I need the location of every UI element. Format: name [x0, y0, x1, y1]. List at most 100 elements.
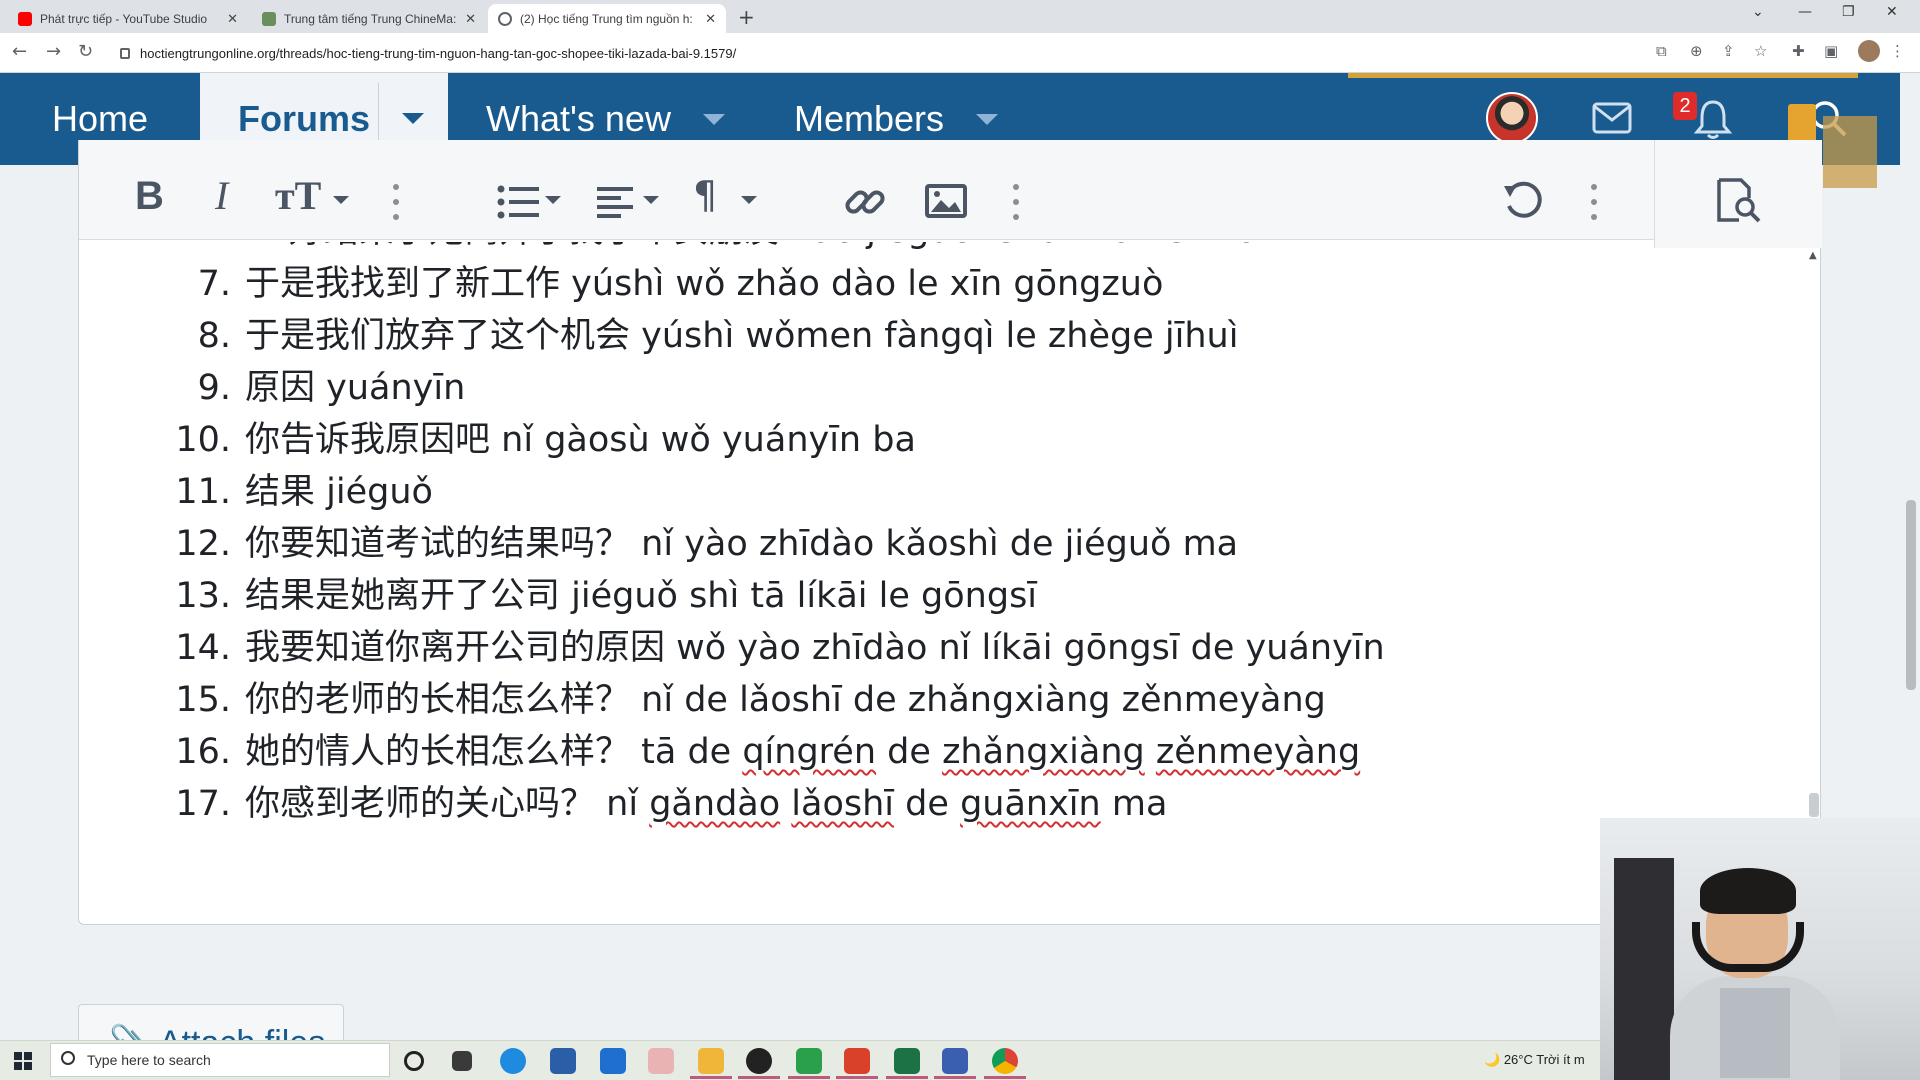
- nav-forums-label: Forums: [238, 98, 371, 139]
- nav-home-label: Home: [51, 98, 149, 139]
- active-app-indicator: [886, 1076, 928, 1079]
- tab-youtube-studio[interactable]: Phát trực tiếp - YouTube Studio ✕: [8, 4, 248, 33]
- headphones-icon: [1692, 922, 1804, 972]
- share-icon[interactable]: ⇪: [1722, 42, 1735, 60]
- mail-icon[interactable]: [1592, 102, 1632, 134]
- item-pinyin: tā de: [641, 732, 732, 772]
- store-icon[interactable]: [550, 1048, 576, 1074]
- misspelled-word[interactable]: zěnmeyàng: [1156, 732, 1360, 772]
- link-icon[interactable]: [843, 180, 887, 224]
- list-item: 9. 原因 yuányīn: [171, 362, 466, 414]
- more-icon[interactable]: [393, 184, 399, 220]
- preview-icon[interactable]: [1715, 178, 1763, 224]
- forward-icon[interactable]: →: [46, 41, 61, 62]
- search-placeholder: Type here to search: [87, 1052, 211, 1068]
- file-explorer-icon[interactable]: [698, 1048, 724, 1074]
- chevron-down-icon[interactable]: [402, 113, 424, 124]
- url-field[interactable]: hoctiengtrungonline.org/threads/hoc-tien…: [120, 40, 1650, 66]
- text-size-icon[interactable]: тT: [275, 176, 321, 216]
- app-icon[interactable]: [648, 1048, 674, 1074]
- more-icon[interactable]: [1013, 184, 1019, 220]
- chevron-down-icon[interactable]: [643, 196, 659, 204]
- paragraph-icon[interactable]: ¶: [693, 176, 717, 214]
- back-icon[interactable]: ←: [12, 41, 27, 62]
- obs-icon[interactable]: [746, 1048, 772, 1074]
- camtasia-icon[interactable]: [796, 1048, 822, 1074]
- misspelled-word[interactable]: gǎndào: [649, 784, 780, 824]
- zoom-icon[interactable]: ⊕: [1690, 42, 1703, 60]
- close-icon[interactable]: ✕: [465, 11, 476, 27]
- extensions-icon[interactable]: ✚: [1792, 42, 1805, 60]
- translate-icon[interactable]: ⧉: [1656, 42, 1667, 60]
- reload-icon[interactable]: ↻: [78, 41, 93, 62]
- item-number: 14.: [175, 628, 231, 668]
- chevron-down-icon[interactable]: [333, 196, 349, 204]
- bold-icon[interactable]: B: [135, 176, 164, 216]
- star-icon[interactable]: ☆: [1754, 42, 1767, 60]
- chevron-down-icon[interactable]: ⌄: [1752, 4, 1764, 20]
- bell-icon[interactable]: [1694, 98, 1732, 140]
- menu-icon[interactable]: ⋮: [1890, 42, 1905, 60]
- align-icon[interactable]: [595, 184, 635, 220]
- item-hanzi: 原因: [245, 368, 316, 408]
- webcam-background: [1614, 858, 1674, 1080]
- cortana-icon[interactable]: [404, 1051, 424, 1071]
- chrome-icon[interactable]: [992, 1048, 1018, 1074]
- close-icon[interactable]: ✕: [705, 11, 716, 27]
- list-item: 10. 你告诉我原因吧 nǐ gàosù wǒ yuányīn ba: [171, 414, 916, 466]
- item-pinyin: nǐ de lǎoshī de zhǎngxiàng zěnmeyàng: [641, 680, 1326, 720]
- excel-icon[interactable]: [894, 1048, 920, 1074]
- sidepanel-icon[interactable]: ▣: [1824, 42, 1838, 60]
- item-number: 13.: [175, 576, 231, 616]
- misspelled-word[interactable]: zhǎngxiàng: [942, 732, 1145, 772]
- active-app-indicator: [984, 1076, 1026, 1079]
- user-avatar[interactable]: [1486, 92, 1538, 144]
- moon-icon: 🌙: [1484, 1052, 1501, 1067]
- item-number: 7.: [197, 264, 231, 304]
- item-hanzi: 她的情人的长相怎么样？: [245, 732, 631, 772]
- windows-start-icon[interactable]: [14, 1052, 32, 1070]
- profile-avatar[interactable]: [1858, 40, 1880, 62]
- close-window-button[interactable]: ✕: [1886, 4, 1898, 20]
- restore-button[interactable]: ❐: [1842, 4, 1855, 20]
- list-item: 15. 你的老师的长相怎么样？ nǐ de lǎoshī de zhǎngxiàn…: [171, 674, 1326, 726]
- chevron-down-icon[interactable]: [702, 113, 725, 125]
- tab-forum-thread[interactable]: (2) Học tiếng Trung tìm nguồn h: ✕: [488, 4, 726, 33]
- edge-icon[interactable]: [500, 1048, 526, 1074]
- tab-label: Phát trực tiếp - YouTube Studio: [40, 11, 208, 26]
- item-number: 10.: [175, 420, 231, 460]
- weather-widget[interactable]: 🌙 26°C Trời ít m: [1484, 1052, 1585, 1068]
- list-icon[interactable]: [497, 184, 541, 220]
- item-pinyin: nǐ: [606, 784, 639, 824]
- item-hanzi: 于是我找到了新工作: [245, 264, 561, 304]
- chevron-down-icon[interactable]: [545, 196, 561, 204]
- chevron-down-icon[interactable]: [976, 113, 999, 125]
- globe-icon: [498, 11, 512, 26]
- scroll-up-arrow[interactable]: ▲: [1809, 250, 1817, 261]
- close-icon[interactable]: ✕: [227, 11, 238, 27]
- misspelled-word[interactable]: guānxīn: [960, 784, 1101, 824]
- page-scrollbar-thumb[interactable]: [1906, 500, 1916, 690]
- misspelled-word[interactable]: lǎoshī: [791, 784, 894, 824]
- mail-app-icon[interactable]: [600, 1048, 626, 1074]
- taskbar-search-input[interactable]: Type here to search: [50, 1043, 390, 1077]
- new-tab-button[interactable]: +: [738, 5, 755, 29]
- more-icon[interactable]: [1591, 184, 1597, 220]
- misspelled-word[interactable]: qíngrén: [742, 732, 876, 772]
- chevron-down-icon[interactable]: [741, 196, 757, 204]
- recorder-icon[interactable]: [844, 1048, 870, 1074]
- webcam-overlay: [1600, 818, 1920, 1080]
- undo-icon[interactable]: [1501, 180, 1545, 224]
- item-hanzi: 结果是她离开了公司: [245, 576, 561, 616]
- task-view-icon[interactable]: [452, 1051, 472, 1071]
- editor-scrollbar-thumb[interactable]: [1809, 793, 1819, 817]
- image-icon[interactable]: [925, 184, 967, 218]
- tab-chinemaster[interactable]: Trung tâm tiếng Trung ChineMa: ✕: [252, 4, 486, 33]
- minimize-button[interactable]: —: [1798, 4, 1812, 20]
- app-icon[interactable]: [942, 1048, 968, 1074]
- item-pinyin: yúshì wǒ zhǎo dào le xīn gōngzuò: [571, 264, 1164, 304]
- editor-toolbar: B I тT ¶: [79, 140, 1822, 248]
- item-pinyin: jiéguǒ: [326, 472, 433, 512]
- item-number: 8.: [197, 316, 231, 356]
- italic-icon[interactable]: I: [215, 176, 228, 216]
